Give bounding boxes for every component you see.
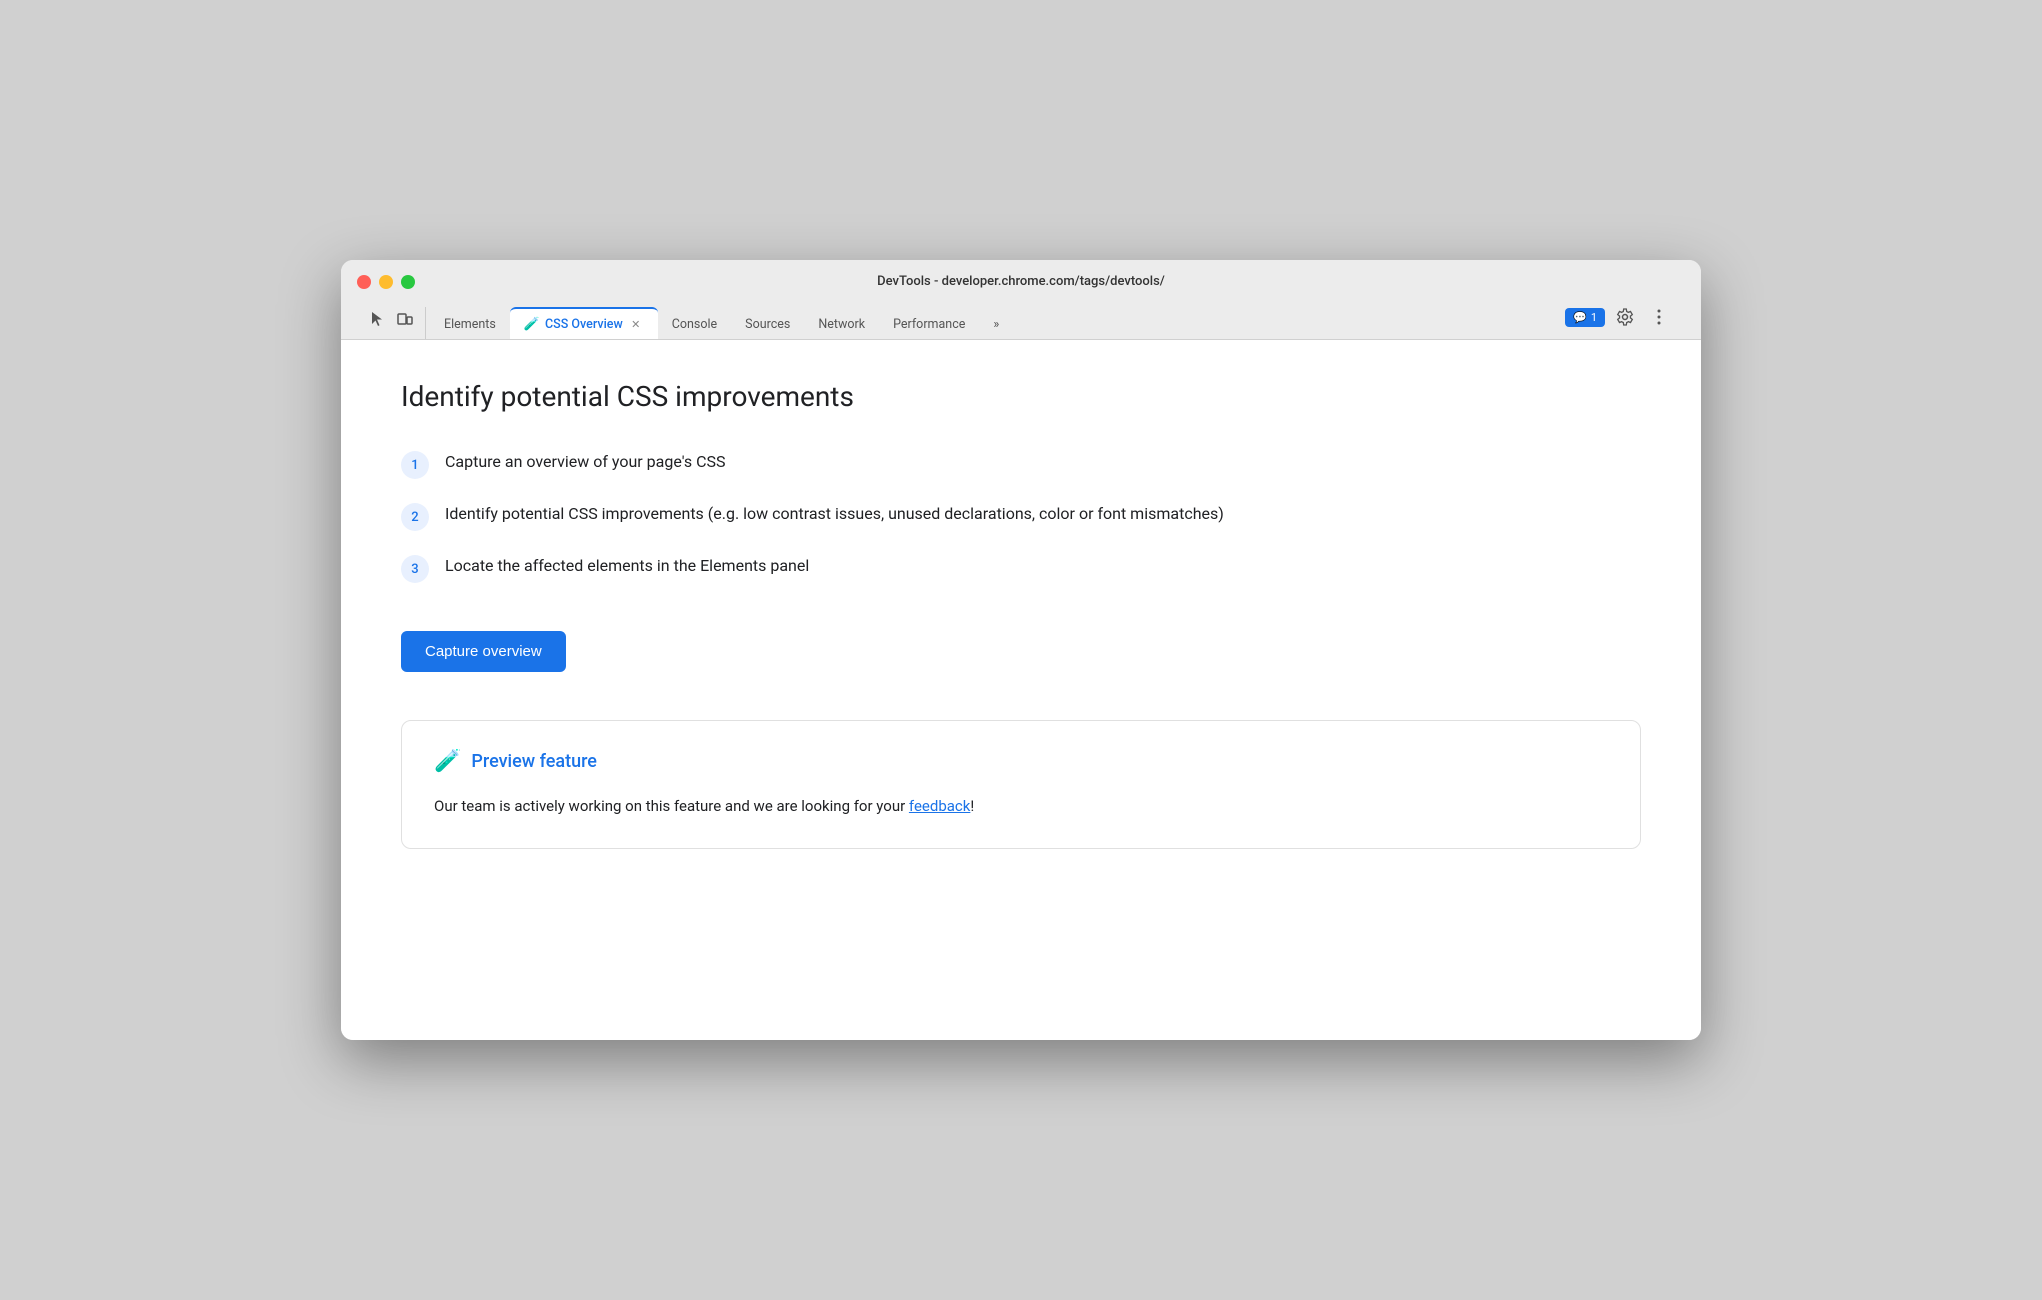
minimize-window-button[interactable] (379, 275, 393, 289)
flask-icon: 🧪 (524, 317, 540, 332)
step-number-3: 3 (401, 555, 429, 583)
step-text-2: Identify potential CSS improvements (e.g… (445, 501, 1224, 527)
tab-network[interactable]: Network (804, 310, 879, 339)
tab-css-overview[interactable]: 🧪 CSS Overview ✕ (510, 307, 658, 339)
device-toolbar-icon[interactable] (393, 307, 417, 331)
toolbar-icons (357, 307, 426, 339)
step-text-3: Locate the affected elements in the Elem… (445, 553, 809, 579)
preview-feature-card: 🧪 Preview feature Our team is actively w… (401, 720, 1641, 849)
maximize-window-button[interactable] (401, 275, 415, 289)
tab-elements[interactable]: Elements (430, 310, 510, 339)
step-number-1: 1 (401, 451, 429, 479)
tab-more[interactable]: » (979, 310, 1013, 339)
step-number-2: 2 (401, 503, 429, 531)
settings-button[interactable] (1611, 303, 1639, 331)
step-item-3: 3 Locate the affected elements in the El… (401, 553, 1641, 583)
tab-close-button[interactable]: ✕ (628, 316, 644, 332)
preview-header: 🧪 Preview feature (434, 749, 1608, 774)
select-element-icon[interactable] (365, 307, 389, 331)
tab-performance[interactable]: Performance (879, 310, 979, 339)
step-item-1: 1 Capture an overview of your page's CSS (401, 449, 1641, 479)
step-item-2: 2 Identify potential CSS improvements (e… (401, 501, 1641, 531)
devtools-tab-bar: Elements 🧪 CSS Overview ✕ Console Source… (357, 299, 1685, 339)
more-options-button[interactable] (1645, 303, 1673, 331)
feedback-link[interactable]: feedback (909, 797, 970, 815)
title-bar: DevTools - developer.chrome.com/tags/dev… (341, 260, 1701, 340)
close-window-button[interactable] (357, 275, 371, 289)
capture-overview-button[interactable]: Capture overview (401, 631, 566, 672)
preview-feature-title: Preview feature (471, 751, 597, 772)
preview-feature-text: Our team is actively working on this fea… (434, 794, 1608, 820)
tab-right-icons: 💬 1 (1553, 303, 1685, 339)
steps-list: 1 Capture an overview of your page's CSS… (401, 449, 1641, 583)
traffic-lights (357, 275, 415, 289)
devtools-content: Identify potential CSS improvements 1 Ca… (341, 340, 1701, 1040)
step-text-1: Capture an overview of your page's CSS (445, 449, 726, 475)
browser-window: DevTools - developer.chrome.com/tags/dev… (341, 260, 1701, 1040)
preview-flask-icon: 🧪 (434, 749, 461, 774)
notifications-button[interactable]: 💬 1 (1565, 308, 1605, 327)
tab-console[interactable]: Console (658, 310, 731, 339)
window-title: DevTools - developer.chrome.com/tags/dev… (877, 274, 1165, 289)
chat-icon: 💬 (1573, 311, 1587, 324)
tab-sources[interactable]: Sources (731, 310, 804, 339)
page-title: Identify potential CSS improvements (401, 380, 1641, 413)
